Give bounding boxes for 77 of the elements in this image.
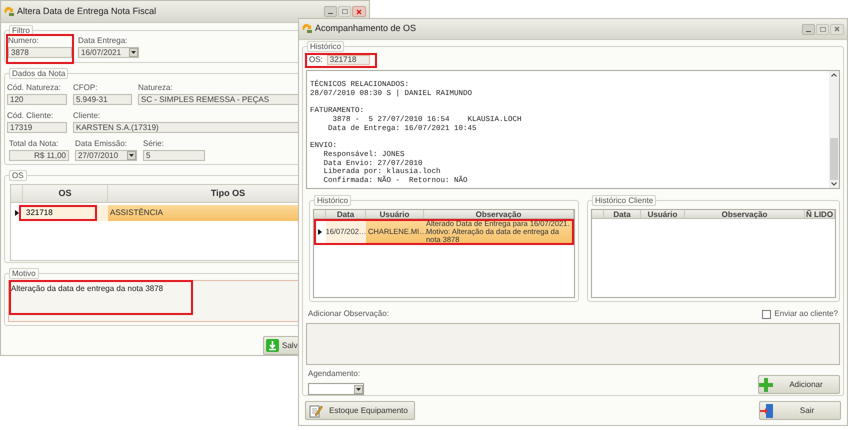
highlight-box	[6, 34, 74, 64]
download-icon	[266, 339, 279, 352]
field-label: Cliente:	[73, 111, 102, 120]
plus-icon	[759, 378, 773, 392]
field-label: Série:	[143, 139, 165, 148]
dropdown-button[interactable]	[127, 151, 136, 160]
field-label: Agendamento:	[308, 368, 362, 380]
field-label: Cód. Cliente:	[7, 111, 54, 120]
column-header[interactable]: Observação	[424, 210, 574, 218]
window-title: Altera Data de Entrega Nota Fiscal	[17, 4, 158, 18]
field-label: Cód. Natureza:	[7, 83, 62, 92]
text-field[interactable]: 5	[143, 150, 205, 162]
scrollbar[interactable]	[829, 70, 839, 188]
minimize-button[interactable]	[324, 6, 337, 17]
group-legend: Histórico	[314, 194, 352, 206]
notepad-pencil-icon	[309, 404, 323, 418]
field-label: Natureza:	[138, 83, 174, 92]
close-icon	[356, 8, 362, 14]
column-header[interactable]: Ñ LIDO	[805, 210, 835, 218]
field-label: OS:	[309, 54, 323, 66]
column-header[interactable]: Data	[326, 210, 366, 218]
field-label: Numero:	[8, 36, 40, 45]
date-dropdown[interactable]: 27/07/2010	[75, 150, 137, 162]
field-label: Total da Nota:	[9, 139, 60, 148]
column-header[interactable]: Tipo OS	[108, 185, 298, 202]
table-row[interactable]: 321718 ASSISTÊNCIA	[11, 205, 298, 222]
text-field[interactable]: 120	[7, 94, 67, 106]
group-legend: Dados da Nota	[9, 68, 68, 80]
exit-button[interactable]: Sair	[759, 401, 841, 420]
scroll-up-icon	[831, 72, 837, 77]
field-label: Adicionar Observação:	[308, 308, 389, 320]
close-icon	[834, 26, 840, 32]
row-pointer-icon	[15, 210, 19, 216]
stock-button[interactable]: Estoque Equipamento	[305, 401, 415, 420]
checkbox[interactable]	[762, 310, 772, 319]
maximize-button[interactable]	[338, 6, 351, 17]
text-field[interactable]: 5.949-31	[73, 94, 132, 106]
group-legend: Motivo	[9, 268, 39, 280]
column-header[interactable]: Data	[604, 210, 641, 218]
column-header[interactable]: OS	[23, 185, 108, 202]
text-field[interactable]: 17319	[7, 122, 67, 134]
add-button[interactable]: Adicionar	[758, 375, 840, 394]
date-dropdown[interactable]: 16/07/2021	[78, 47, 139, 58]
dropdown-button[interactable]	[354, 384, 363, 394]
field-label: Data Entrega:	[78, 36, 128, 45]
column-header[interactable]: Usuário	[366, 210, 424, 218]
app-icon	[4, 6, 15, 16]
caret-icon	[129, 154, 134, 158]
text-field[interactable]: R$ 11,00	[9, 150, 69, 162]
dropdown-button[interactable]	[129, 48, 138, 57]
os-field[interactable]: 321718	[326, 55, 370, 66]
reason-field[interactable]: Alteração da data de entrega da nota 3878	[8, 280, 298, 322]
text-field[interactable]: KARSTEN S.A.(17319)	[73, 122, 298, 134]
checkbox-label: Enviar ao cliente?	[774, 308, 838, 320]
table-cell-text: ASSISTÊNCIA	[109, 207, 164, 220]
scroll-down-icon	[831, 182, 837, 186]
window-title: Acompanhamento de OS	[315, 22, 418, 36]
group-legend: OS	[9, 170, 27, 182]
field-label: Data Emissão:	[75, 139, 128, 148]
group-legend: Histórico Cliente	[592, 194, 656, 206]
exit-door-icon	[760, 404, 774, 418]
group-legend: Histórico	[307, 41, 344, 52]
observation-field[interactable]	[306, 323, 840, 365]
column-header[interactable]: Observação	[685, 210, 805, 218]
app-icon	[302, 24, 313, 34]
row-pointer-icon	[318, 228, 322, 235]
minimize-button[interactable]	[802, 24, 815, 34]
close-button[interactable]	[830, 24, 844, 34]
close-button[interactable]	[352, 6, 366, 17]
save-button[interactable]: Salv	[263, 336, 298, 355]
text-field[interactable]: SC - SIMPLES REMESSA - PEÇAS	[138, 94, 298, 106]
scrollbar-thumb[interactable]	[830, 138, 838, 180]
column-header[interactable]: Usuário	[641, 210, 685, 218]
field-label: CFOP:	[73, 83, 98, 92]
caret-icon	[356, 388, 361, 390]
caret-icon	[131, 51, 136, 54]
text-field[interactable]: 3878	[8, 47, 72, 58]
